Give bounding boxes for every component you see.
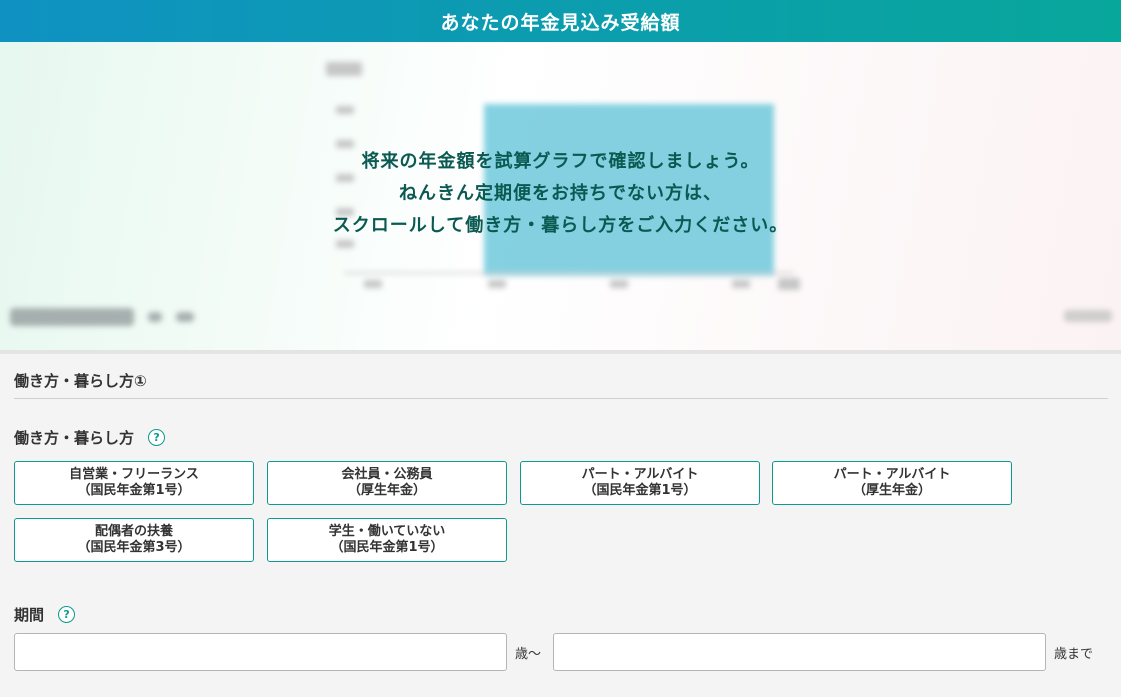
- option-line1: パート・アルバイト: [833, 467, 951, 482]
- section-divider: [0, 350, 1121, 354]
- option-line2: （国民年金第3号）: [77, 540, 191, 555]
- graph-baseline: [344, 272, 794, 274]
- work-style-label-row: 働き方・暮らし方 ?: [14, 427, 166, 448]
- graph-message-line: スクロールして働き方・暮らし方をご入力ください。: [332, 215, 789, 236]
- question-circle-icon[interactable]: ?: [148, 429, 166, 446]
- period-from-suffix: 歳〜: [515, 647, 542, 662]
- option-line1: 学生・働いていない: [328, 524, 446, 539]
- period-from-input[interactable]: [14, 633, 507, 671]
- graph-legend-pill: [10, 308, 134, 326]
- graph-legend-pill: [148, 312, 162, 322]
- option-dependent-spouse-button[interactable]: 配偶者の扶養 （国民年金第3号）: [14, 518, 254, 562]
- option-line1: パート・アルバイト: [581, 467, 699, 482]
- graph-legend-pill: [1064, 310, 1112, 322]
- period-to-input[interactable]: [553, 633, 1046, 671]
- pension-graph-area: 将来の年金額を試算グラフで確認しましょう。 ねんきん定期便をお持ちでない方は、 …: [0, 42, 1121, 352]
- period-label: 期間: [14, 606, 45, 624]
- question-circle-icon[interactable]: ?: [58, 606, 76, 623]
- period-to-suffix: 歳まで: [1054, 647, 1094, 662]
- option-line2: （厚生年金）: [347, 483, 426, 498]
- period-label-row: 期間 ?: [14, 604, 76, 625]
- graph-xtick: [732, 280, 750, 288]
- graph-ytick: [336, 106, 354, 114]
- option-part-time-national-button[interactable]: パート・アルバイト （国民年金第1号）: [520, 461, 760, 505]
- option-company-employee-button[interactable]: 会社員・公務員 （厚生年金）: [267, 461, 507, 505]
- option-line2: （国民年金第1号）: [330, 540, 444, 555]
- option-line2: （国民年金第1号）: [77, 483, 191, 498]
- graph-xtick: [364, 280, 382, 288]
- section-rule: [14, 398, 1108, 399]
- option-line2: （厚生年金）: [852, 483, 931, 498]
- section-title: 働き方・暮らし方①: [14, 372, 147, 390]
- page-title: あなたの年金見込み受給額: [440, 11, 681, 34]
- option-line2: （国民年金第1号）: [583, 483, 697, 498]
- work-style-panel: 働き方・暮らし方① 働き方・暮らし方 ? 自営業・フリーランス （国民年金第1号…: [5, 356, 1116, 697]
- graph-xtick: [778, 278, 800, 290]
- graph-overlay-message: 将来の年金額を試算グラフで確認しましょう。 ねんきん定期便をお持ちでない方は、 …: [0, 146, 1121, 242]
- graph-ytick: [326, 62, 362, 76]
- graph-legend-pill: [176, 312, 194, 322]
- option-part-time-employee-button[interactable]: パート・アルバイト （厚生年金）: [772, 461, 1012, 505]
- graph-xtick: [610, 280, 628, 288]
- option-line1: 配偶者の扶養: [94, 524, 173, 539]
- option-student-unemployed-button[interactable]: 学生・働いていない （国民年金第1号）: [267, 518, 507, 562]
- option-line1: 自営業・フリーランス: [69, 467, 199, 482]
- graph-message-line: 将来の年金額を試算グラフで確認しましょう。: [361, 151, 760, 172]
- option-self-employed-button[interactable]: 自営業・フリーランス （国民年金第1号）: [14, 461, 254, 505]
- graph-message-line: ねんきん定期便をお持ちでない方は、: [399, 183, 722, 204]
- work-style-label: 働き方・暮らし方: [14, 429, 135, 447]
- page-header: あなたの年金見込み受給額: [0, 0, 1121, 42]
- graph-xtick: [488, 280, 506, 288]
- option-line1: 会社員・公務員: [341, 467, 433, 482]
